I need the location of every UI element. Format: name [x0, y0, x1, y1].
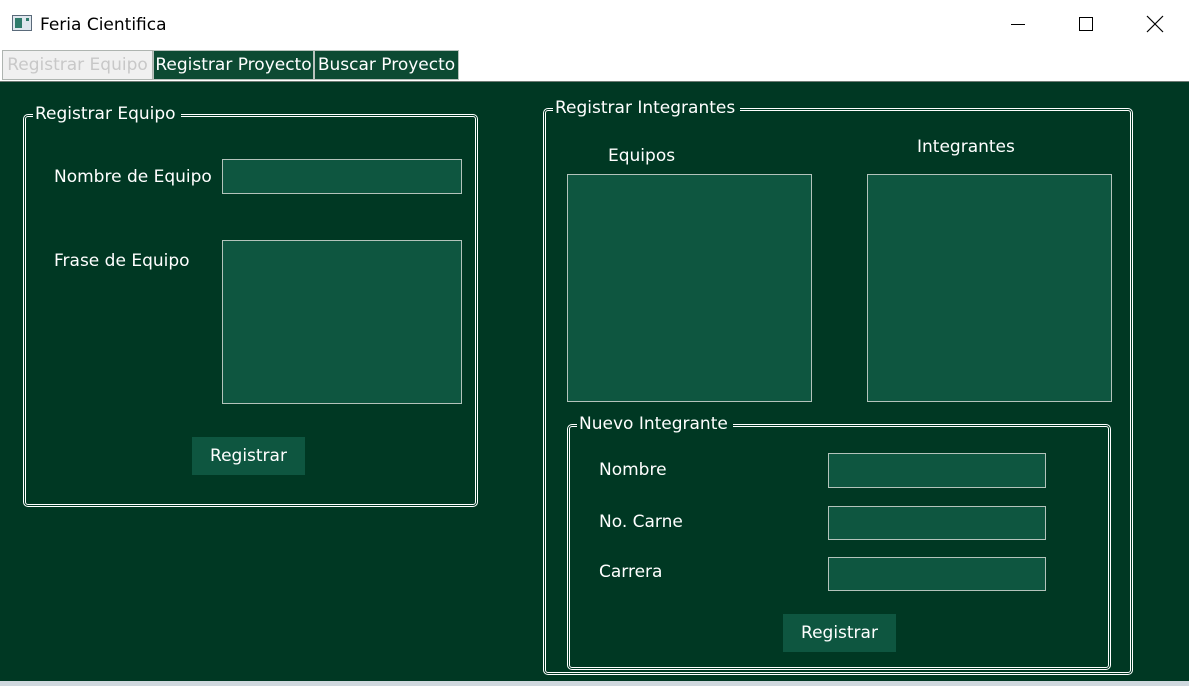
background-window-strip — [0, 681, 1189, 686]
app-window-icon — [12, 15, 32, 31]
nombre-label: Nombre — [599, 460, 667, 480]
equipos-list[interactable] — [567, 174, 812, 402]
integrantes-label: Integrantes — [917, 137, 1015, 157]
tab-strip: Registrar Equipo Registrar Proyecto Busc… — [0, 48, 1189, 81]
tab-registrar-proyecto[interactable]: Registrar Proyecto — [153, 50, 314, 80]
frase-equipo-textarea[interactable] — [222, 240, 462, 404]
tab-content-panel: Registrar Equipo Nombre de Equipo Frase … — [0, 81, 1189, 681]
no-carne-label: No. Carne — [599, 512, 683, 532]
equipos-label: Equipos — [608, 146, 676, 166]
tab-buscar-proyecto[interactable]: Buscar Proyecto — [314, 50, 459, 80]
registrar-equipo-button[interactable]: Registrar — [192, 437, 305, 475]
minimize-button[interactable] — [984, 0, 1052, 48]
tab-registrar-equipo[interactable]: Registrar Equipo — [2, 50, 153, 80]
close-button[interactable] — [1121, 0, 1189, 48]
window-title: Feria Cientifica — [40, 15, 167, 35]
nombre-input[interactable] — [828, 453, 1046, 488]
maximize-button[interactable] — [1052, 0, 1120, 48]
nombre-equipo-input[interactable] — [222, 159, 462, 194]
minimize-icon — [1011, 24, 1025, 25]
close-icon — [1146, 15, 1164, 33]
title-bar: Feria Cientifica — [0, 0, 1189, 48]
frase-equipo-label: Frase de Equipo — [54, 251, 190, 271]
registrar-integrantes-legend: Registrar Integrantes — [553, 97, 741, 119]
nombre-equipo-label: Nombre de Equipo — [54, 167, 212, 187]
maximize-icon — [1079, 17, 1093, 31]
registrar-equipo-legend: Registrar Equipo — [33, 103, 181, 125]
integrantes-list[interactable] — [867, 174, 1112, 402]
registrar-integrante-button[interactable]: Registrar — [783, 614, 896, 652]
nuevo-integrante-legend: Nuevo Integrante — [577, 413, 733, 435]
no-carne-input[interactable] — [828, 506, 1046, 540]
carrera-label: Carrera — [599, 562, 663, 582]
carrera-input[interactable] — [828, 557, 1046, 591]
